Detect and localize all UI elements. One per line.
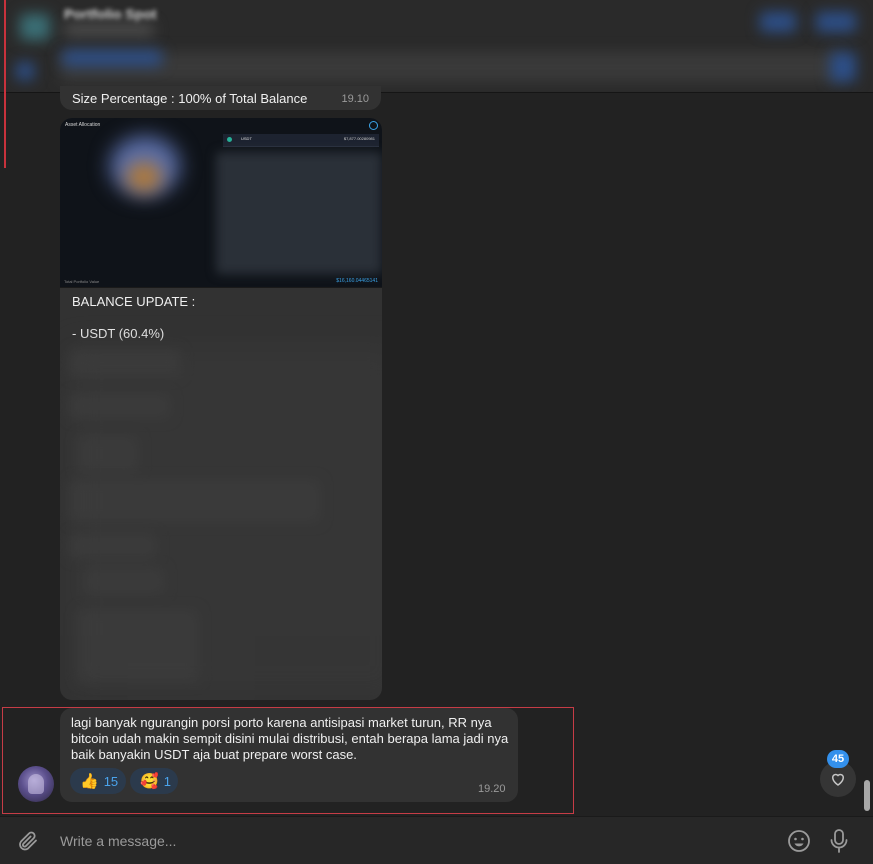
chat-header[interactable]: Portfolio Spot xyxy=(0,0,873,93)
avatar[interactable] xyxy=(18,766,54,802)
image-title: Asset Allocation xyxy=(65,122,101,128)
message-text: Size Percentage : 100% of Total Balance xyxy=(72,91,308,106)
message-text: lagi banyak ngurangin porsi porto karena… xyxy=(71,715,509,762)
caption-title: BALANCE UPDATE : xyxy=(72,294,196,309)
message-bubble-last[interactable]: lagi banyak ngurangin porsi porto karena… xyxy=(60,708,518,802)
smiling-hearts-icon: 🥰 xyxy=(140,773,159,790)
asset-name: USDT xyxy=(241,136,252,141)
image-footer-label: Total Portfolio Value xyxy=(64,279,100,284)
caption-line: - USDT (60.4%) xyxy=(72,326,165,341)
chat-title[interactable]: Portfolio Spot xyxy=(64,6,157,22)
message-input[interactable] xyxy=(58,830,762,852)
paperclip-icon[interactable] xyxy=(16,829,40,853)
info-icon xyxy=(369,121,378,130)
heart-icon xyxy=(831,773,845,786)
thumbs-up-icon: 👍 xyxy=(80,773,99,790)
reaction-count: 1 xyxy=(163,773,171,789)
reaction-thumbs-up[interactable]: 👍 15 xyxy=(70,768,126,794)
avatar-figure xyxy=(28,774,44,794)
pinned-accent-blur xyxy=(62,50,162,66)
coin-icon xyxy=(227,137,232,142)
message-time: 19.20 xyxy=(478,783,506,795)
annotation-line xyxy=(4,0,6,168)
reaction-smiling-hearts[interactable]: 🥰 1 xyxy=(130,768,178,794)
header-button-blur-1[interactable] xyxy=(760,12,796,32)
pinned-right-blur[interactable] xyxy=(830,52,856,82)
microphone-icon[interactable] xyxy=(828,828,850,854)
asset-list-blur xyxy=(216,152,382,274)
pinned-bar-blur[interactable] xyxy=(60,52,840,82)
pinned-icon-blur xyxy=(16,62,34,80)
message-bubble-media[interactable]: Asset Allocation USDT $7,877.00280981 To… xyxy=(60,118,382,700)
redacted-overlay xyxy=(70,346,382,696)
header-avatar-blur xyxy=(20,14,50,40)
message-composer xyxy=(0,816,873,864)
attached-screenshot[interactable]: Asset Allocation USDT $7,877.00280981 To… xyxy=(60,118,382,288)
smiley-icon[interactable] xyxy=(787,829,811,853)
header-subtitle-blur xyxy=(64,24,154,36)
asset-value: $7,877.00280981 xyxy=(343,136,375,141)
image-footer-value: $16,160.04465141 xyxy=(336,278,378,284)
reaction-count: 15 xyxy=(103,773,119,789)
scrollbar-thumb[interactable] xyxy=(864,780,870,811)
unread-badge[interactable]: 45 xyxy=(827,750,849,768)
message-bubble-top[interactable]: Size Percentage : 100% of Total Balance … xyxy=(60,86,381,110)
pie-chart-blur-core xyxy=(126,162,162,192)
message-time: 19.10 xyxy=(341,93,369,105)
header-button-blur-2[interactable] xyxy=(816,12,856,32)
asset-row: USDT $7,877.00280981 xyxy=(223,134,379,147)
